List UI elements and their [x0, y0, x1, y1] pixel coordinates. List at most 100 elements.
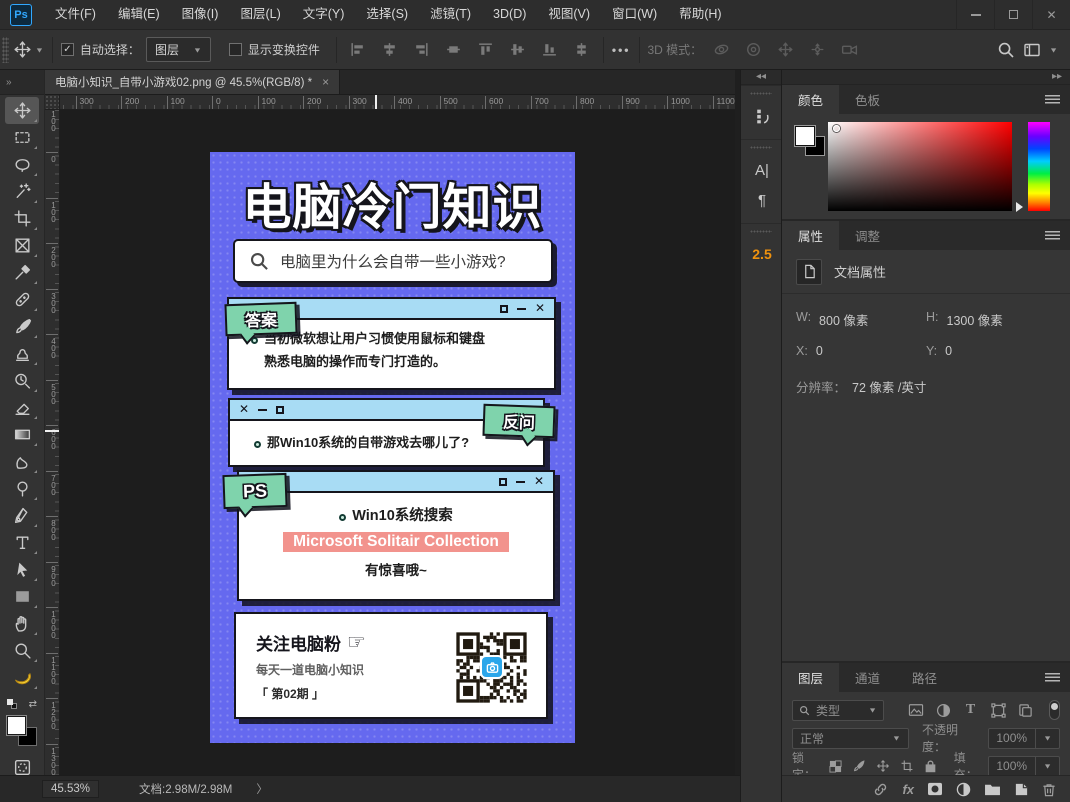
menu-item[interactable]: 帮助(H): [668, 0, 732, 29]
hand-tool[interactable]: [5, 610, 39, 637]
3d-slide-icon[interactable]: [804, 37, 830, 63]
paragraph-panel-icon[interactable]: ¶: [741, 185, 783, 215]
brush-tool[interactable]: [5, 313, 39, 340]
group-folder-icon[interactable]: [984, 782, 1001, 796]
tab-paths[interactable]: 路径: [896, 663, 953, 692]
3d-pan-icon[interactable]: [772, 37, 798, 63]
type-tool[interactable]: [5, 529, 39, 556]
dock-collapse-icon[interactable]: ◂◂: [756, 71, 766, 82]
tab-swatches[interactable]: 色板: [839, 85, 896, 114]
default-colors-icon[interactable]: [7, 699, 17, 709]
filter-adjustment-layers-icon[interactable]: [933, 700, 953, 720]
tab-color[interactable]: 颜色: [782, 85, 839, 114]
3d-roll-icon[interactable]: [740, 37, 766, 63]
fx-icon[interactable]: fx: [902, 782, 914, 797]
workspace-icon[interactable]: [1019, 37, 1045, 63]
lock-artboard-icon[interactable]: [898, 756, 915, 776]
character-panel-icon[interactable]: A|: [741, 155, 783, 185]
fill-field[interactable]: 100% ▼: [988, 756, 1060, 777]
tab-adjustments[interactable]: 调整: [839, 221, 896, 250]
ruler-corner[interactable]: [45, 95, 60, 110]
panel-strip-icon[interactable]: [741, 101, 783, 131]
toolbar-expand-icon[interactable]: »: [6, 77, 12, 88]
lasso-tool[interactable]: [5, 151, 39, 178]
filter-toggle[interactable]: [1049, 700, 1060, 720]
layer-filter-dropdown[interactable]: 类型 ▼: [792, 700, 884, 721]
25d-panel-icon[interactable]: 2.5: [741, 239, 783, 269]
tab-close-icon[interactable]: ×: [322, 75, 329, 89]
lock-position-icon[interactable]: [874, 756, 891, 776]
horizontal-ruler[interactable]: 3002001000100200300400500600700800900100…: [45, 95, 735, 110]
opacity-field[interactable]: 100% ▼: [988, 728, 1060, 749]
3d-orbit-icon[interactable]: [708, 37, 734, 63]
lock-all-icon[interactable]: [922, 756, 939, 776]
dock-expand-icon[interactable]: ▸▸: [1052, 71, 1062, 82]
menu-item[interactable]: 滤镜(T): [419, 0, 482, 29]
canvas-area[interactable]: 电脑冷门知识 电脑里为什么会自带一些小游戏? ✕ 当初微软想让用户习惯使用鼠标和…: [60, 110, 735, 775]
vertical-ruler[interactable]: 1000100200300400500600700800900100011001…: [45, 110, 60, 775]
color-picker-marker[interactable]: [833, 125, 840, 132]
new-layer-icon[interactable]: [1014, 782, 1029, 797]
blend-mode-dropdown[interactable]: 正常 ▼: [792, 728, 909, 749]
color-swatches[interactable]: [795, 126, 825, 156]
zoom-tool[interactable]: [5, 637, 39, 664]
rectangular-marquee-tool[interactable]: [5, 124, 39, 151]
rectangle-tool[interactable]: [5, 583, 39, 610]
panel-menu-icon[interactable]: [1045, 231, 1060, 240]
filter-smart-objects-icon[interactable]: [1015, 700, 1035, 720]
tab-properties[interactable]: 属性: [782, 221, 839, 250]
foreground-color-swatch[interactable]: [795, 126, 815, 146]
menu-item[interactable]: 3D(D): [482, 0, 537, 29]
menu-item[interactable]: 文件(F): [44, 0, 107, 29]
smudge-tool[interactable]: [5, 448, 39, 475]
gradient-tool[interactable]: [5, 421, 39, 448]
auto-select-checkbox[interactable]: ✓: [61, 43, 74, 56]
align-center-strip-icon[interactable]: [441, 37, 467, 63]
pen-tool[interactable]: [5, 502, 39, 529]
filter-pixel-layers-icon[interactable]: [906, 700, 926, 720]
zoom-level-field[interactable]: 45.53%: [42, 780, 99, 798]
filter-shape-layers-icon[interactable]: [988, 700, 1008, 720]
lock-transparent-icon[interactable]: [827, 756, 844, 776]
align-right-icon[interactable]: [409, 37, 435, 63]
history-brush-tool[interactable]: [5, 367, 39, 394]
menu-item[interactable]: 图像(I): [171, 0, 230, 29]
menu-item[interactable]: 选择(S): [355, 0, 419, 29]
options-gripper[interactable]: [2, 37, 9, 63]
align-center-h-icon[interactable]: [377, 37, 403, 63]
panel-menu-icon[interactable]: [1045, 673, 1060, 682]
menu-item[interactable]: 图层(L): [229, 0, 291, 29]
magic-wand-tool[interactable]: [5, 178, 39, 205]
more-options-icon[interactable]: •••: [612, 43, 631, 57]
search-icon[interactable]: [993, 37, 1019, 63]
adjustment-icon[interactable]: [956, 782, 971, 797]
color-swatches[interactable]: [7, 716, 37, 746]
align-top-icon[interactable]: [473, 37, 499, 63]
auto-select-dropdown[interactable]: 图层 ▼: [146, 37, 211, 62]
menu-item[interactable]: 窗口(W): [601, 0, 668, 29]
foreground-color-swatch[interactable]: [7, 716, 26, 735]
menu-item[interactable]: 视图(V): [537, 0, 601, 29]
document-tab[interactable]: 电脑小知识_自带小游戏02.png @ 45.5%(RGB/8) * ×: [45, 70, 340, 94]
status-chevron-icon[interactable]: 〉: [256, 781, 268, 797]
move-tool[interactable]: [5, 97, 39, 124]
maximize-button[interactable]: [994, 0, 1032, 30]
menu-item[interactable]: 编辑(E): [107, 0, 171, 29]
menu-item[interactable]: 文字(Y): [292, 0, 356, 29]
saturation-brightness-field[interactable]: [828, 122, 1012, 211]
eraser-tool[interactable]: [5, 394, 39, 421]
minimize-button[interactable]: [956, 0, 994, 30]
frame-tool[interactable]: [5, 232, 39, 259]
3d-camera-icon[interactable]: [836, 37, 862, 63]
align-middle-v-icon[interactable]: [505, 37, 531, 63]
eyedropper-tool[interactable]: [5, 259, 39, 286]
close-button[interactable]: ✕: [1032, 0, 1070, 30]
filter-type-layers-icon[interactable]: T: [960, 700, 980, 720]
poster-document[interactable]: 电脑冷门知识 电脑里为什么会自带一些小游戏? ✕ 当初微软想让用户习惯使用鼠标和…: [210, 152, 575, 743]
spot-healing-tool[interactable]: [5, 286, 39, 313]
chevron-down-icon[interactable]: ▼: [35, 46, 44, 54]
panel-menu-icon[interactable]: [1045, 95, 1060, 104]
align-bottom-icon[interactable]: [537, 37, 563, 63]
align-left-icon[interactable]: [345, 37, 371, 63]
hue-slider[interactable]: [1028, 122, 1050, 211]
